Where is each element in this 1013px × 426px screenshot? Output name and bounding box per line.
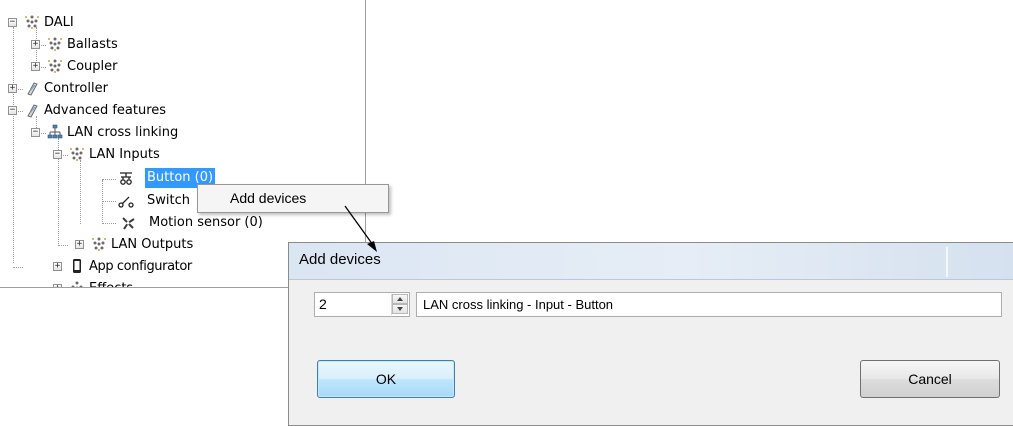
asterisk-cluster-icon — [71, 281, 83, 287]
device-name-field[interactable]: LAN cross linking - Input - Button — [416, 292, 1002, 317]
dialog-title: Add devices — [299, 251, 381, 268]
context-menu: Add devices — [197, 184, 389, 213]
tree-item-coupler[interactable]: + Coupler — [0, 56, 200, 78]
spin-down-arrow-icon[interactable] — [392, 304, 408, 314]
tree-item-label: Advanced features — [44, 103, 167, 118]
tree-item-label: Controller — [44, 81, 108, 96]
expand-toggle[interactable]: + — [31, 40, 40, 49]
tree-item-lan-cross-linking[interactable]: − LAN cross linking — [0, 122, 240, 144]
tree-item-advanced-features[interactable]: − Advanced features — [0, 100, 220, 122]
spin-up-arrow-icon[interactable] — [392, 294, 408, 304]
tree-item-label: LAN Inputs — [89, 147, 160, 162]
tree-item-label: Switch — [147, 193, 190, 208]
button-device-icon — [120, 172, 132, 185]
switch-device-icon — [118, 196, 134, 208]
tree-item-label: Motion sensor (0) — [149, 215, 263, 230]
device-name-value: LAN cross linking - Input - Button — [423, 297, 614, 312]
expand-toggle[interactable]: + — [8, 84, 17, 93]
tree-item-controller[interactable]: + Controller — [0, 78, 200, 100]
tree-item-effects[interactable]: + Effects — [0, 278, 220, 287]
ok-button[interactable]: OK — [317, 360, 455, 398]
tree-item-label: Coupler — [67, 59, 118, 74]
titlebar-highlight — [946, 247, 948, 277]
expand-toggle[interactable]: + — [31, 62, 40, 71]
motion-sensor-icon — [122, 217, 135, 230]
tree-item-app-configurator[interactable]: + App configurator — [0, 256, 240, 278]
tree-item-motion-sensor[interactable]: Motion sensor (0) — [0, 212, 280, 234]
dialog-body: 2 LAN cross linking - Input - Button OK … — [297, 281, 1007, 419]
network-icon — [47, 124, 63, 139]
asterisk-cluster-icon — [48, 59, 62, 73]
tree-item-label: LAN cross linking — [67, 125, 179, 140]
collapse-toggle[interactable]: − — [53, 150, 62, 159]
controller-icon — [27, 82, 38, 96]
spinner-buttons — [391, 294, 408, 315]
tree-item-lan-inputs[interactable]: − LAN Inputs — [0, 144, 220, 166]
cancel-button[interactable]: Cancel — [860, 360, 1000, 398]
tree-item-label: LAN Outputs — [111, 237, 194, 252]
tree-item-label: Ballasts — [67, 37, 118, 52]
dialog-titlebar[interactable]: Add devices — [289, 243, 1013, 280]
collapse-toggle[interactable]: − — [8, 18, 17, 27]
tree-item-label: Effects — [87, 279, 135, 287]
tree-item-ballasts[interactable]: + Ballasts — [0, 34, 200, 56]
expand-toggle[interactable]: + — [53, 262, 62, 271]
asterisk-cluster-icon — [70, 147, 84, 161]
asterisk-cluster-icon — [48, 37, 62, 51]
tree-item-label: DALI — [44, 15, 74, 30]
expand-toggle[interactable]: + — [75, 240, 84, 249]
asterisk-cluster-icon — [25, 15, 39, 29]
controller-icon — [27, 104, 38, 118]
asterisk-cluster-icon — [92, 237, 106, 251]
expand-toggle[interactable]: + — [53, 284, 62, 287]
count-spinner[interactable]: 2 — [314, 292, 410, 317]
phone-icon — [73, 259, 81, 273]
collapse-toggle[interactable]: − — [8, 106, 17, 115]
tree-item-lan-outputs[interactable]: + LAN Outputs — [0, 234, 220, 256]
tree-item-label: App configurator — [89, 259, 192, 274]
count-value[interactable]: 2 — [319, 296, 327, 312]
collapse-toggle[interactable]: − — [31, 128, 40, 137]
tree-item-dali[interactable]: − DALI — [0, 12, 200, 34]
menu-item-add-devices[interactable]: Add devices — [201, 187, 385, 210]
add-devices-dialog: Add devices 2 LAN cross linking - Input … — [288, 242, 1013, 426]
